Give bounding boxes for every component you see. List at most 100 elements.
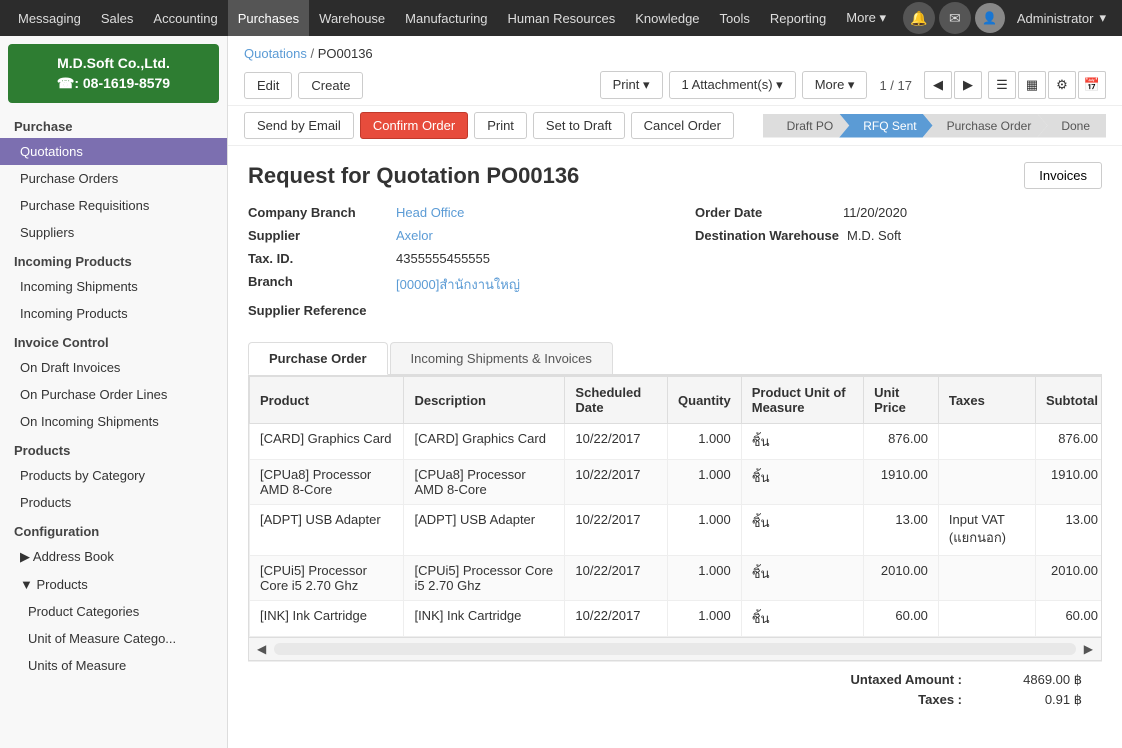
- email-icon[interactable]: ✉: [939, 2, 971, 34]
- nav-more[interactable]: More ▾: [836, 0, 896, 36]
- settings-view-button[interactable]: ⚙: [1048, 71, 1076, 99]
- scroll-right-icon[interactable]: ▶: [1076, 642, 1101, 656]
- next-page-button[interactable]: ▶: [954, 71, 982, 99]
- cell-description: [CARD] Graphics Card: [404, 424, 565, 460]
- sidebar-item-quotations[interactable]: Quotations: [0, 138, 227, 165]
- supplier-value[interactable]: Axelor: [396, 228, 433, 243]
- sidebar-item-products-config[interactable]: ▼ Products: [0, 571, 227, 598]
- edit-button[interactable]: Edit: [244, 72, 292, 99]
- taxes-row: Taxes : 0.91 ฿: [268, 692, 1082, 708]
- nav-sales[interactable]: Sales: [91, 0, 144, 36]
- status-done[interactable]: Done: [1037, 114, 1106, 138]
- scroll-track[interactable]: [274, 643, 1076, 655]
- set-to-draft-button[interactable]: Set to Draft: [533, 112, 625, 139]
- breadcrumb: Quotations / PO00136: [228, 36, 1122, 65]
- branch-value[interactable]: [00000]สำนักงานใหญ่: [396, 274, 520, 295]
- nav-accounting[interactable]: Accounting: [143, 0, 227, 36]
- prev-page-button[interactable]: ◀: [924, 71, 952, 99]
- table-row: [CPUi5] Processor Core i5 2.70 Ghz [CPUi…: [250, 556, 1103, 601]
- sidebar-item-on-purchase-order-lines[interactable]: On Purchase Order Lines: [0, 381, 227, 408]
- nav-purchases[interactable]: Purchases: [228, 0, 309, 36]
- sidebar-item-on-draft-invoices[interactable]: On Draft Invoices: [0, 354, 227, 381]
- nav-messaging[interactable]: Messaging: [8, 0, 91, 36]
- cell-quantity: 1.000: [668, 601, 742, 637]
- nav-warehouse[interactable]: Warehouse: [309, 0, 395, 36]
- more-button[interactable]: More ▾: [802, 71, 868, 99]
- cell-scheduled-date: 10/22/2017: [565, 556, 668, 601]
- nav-knowledge[interactable]: Knowledge: [625, 0, 709, 36]
- sidebar-section-products: Products: [0, 435, 227, 462]
- table-row: [CPUa8] Processor AMD 8-Core [CPUa8] Pro…: [250, 460, 1103, 505]
- list-view-button[interactable]: ☰: [988, 71, 1016, 99]
- nav-manufacturing[interactable]: Manufacturing: [395, 0, 497, 36]
- destination-warehouse-value: M.D. Soft: [847, 228, 901, 243]
- cell-subtotal: 13.00: [1035, 505, 1102, 556]
- tab-purchase-order[interactable]: Purchase Order: [248, 342, 388, 375]
- cell-description: [CPUa8] Processor AMD 8-Core: [404, 460, 565, 505]
- admin-label: Administrator: [1017, 11, 1094, 26]
- status-draft-po[interactable]: Draft PO: [763, 114, 850, 138]
- untaxed-amount-value: 4869.00 ฿: [982, 672, 1082, 688]
- sidebar-item-product-categories[interactable]: Product Categories: [0, 598, 227, 625]
- cell-quantity: 1.000: [668, 424, 742, 460]
- cell-subtotal: 876.00: [1035, 424, 1102, 460]
- print-button[interactable]: Print ▾: [600, 71, 663, 99]
- sidebar-item-incoming-shipments[interactable]: Incoming Shipments: [0, 273, 227, 300]
- document-fields: Company Branch Head Office Supplier Axel…: [248, 205, 1102, 326]
- send-email-button[interactable]: Send by Email: [244, 112, 354, 139]
- cell-unit-price: 60.00: [864, 601, 939, 637]
- cell-description: [ADPT] USB Adapter: [404, 505, 565, 556]
- sidebar-item-purchase-orders[interactable]: Purchase Orders: [0, 165, 227, 192]
- sidebar-item-suppliers[interactable]: Suppliers: [0, 219, 227, 246]
- view-icons: ☰ ▦ ⚙ 📅: [988, 71, 1106, 99]
- admin-menu[interactable]: Administrator ▾: [1009, 10, 1114, 26]
- cancel-order-button[interactable]: Cancel Order: [631, 112, 734, 139]
- sidebar-item-on-incoming-shipments[interactable]: On Incoming Shipments: [0, 408, 227, 435]
- totals-section: Untaxed Amount : 4869.00 ฿ Taxes : 0.91 …: [248, 661, 1102, 722]
- sidebar-section-incoming-products: Incoming Products: [0, 246, 227, 273]
- sidebar-item-units-of-measure[interactable]: Units of Measure: [0, 652, 227, 679]
- nav-human-resources[interactable]: Human Resources: [498, 0, 626, 36]
- sidebar-item-purchase-requisitions[interactable]: Purchase Requisitions: [0, 192, 227, 219]
- cell-product: [ADPT] USB Adapter: [250, 505, 404, 556]
- kanban-view-button[interactable]: ▦: [1018, 71, 1046, 99]
- breadcrumb-parent[interactable]: Quotations: [244, 46, 307, 61]
- main-layout: M.D.Soft Co.,Ltd. ☎: 08-1619-8579 Purcha…: [0, 36, 1122, 748]
- attachments-button[interactable]: 1 Attachment(s) ▾: [669, 71, 796, 99]
- invoices-button[interactable]: Invoices: [1024, 162, 1102, 189]
- status-purchase-order[interactable]: Purchase Order: [923, 114, 1048, 138]
- company-branch-value[interactable]: Head Office: [396, 205, 464, 220]
- top-navigation: Messaging Sales Accounting Purchases War…: [0, 0, 1122, 36]
- cell-uom: ชิ้น: [741, 556, 863, 601]
- sidebar-item-products-by-category[interactable]: Products by Category: [0, 462, 227, 489]
- create-button[interactable]: Create: [298, 72, 363, 99]
- sidebar-item-products[interactable]: Products: [0, 489, 227, 516]
- logo-line1: M.D.Soft Co.,Ltd.: [22, 54, 205, 74]
- notification-icon[interactable]: 🔔: [903, 2, 935, 34]
- confirm-order-button[interactable]: Confirm Order: [360, 112, 468, 139]
- nav-reporting[interactable]: Reporting: [760, 0, 836, 36]
- nav-tools[interactable]: Tools: [710, 0, 760, 36]
- calendar-view-button[interactable]: 📅: [1078, 71, 1106, 99]
- document-tabs: Purchase Order Incoming Shipments & Invo…: [248, 342, 1102, 375]
- sidebar-item-address-book[interactable]: ▶ Address Book: [0, 543, 227, 571]
- cell-uom: ชิ้น: [741, 460, 863, 505]
- print2-button[interactable]: Print: [474, 112, 527, 139]
- avatar[interactable]: 👤: [975, 3, 1005, 33]
- cell-product: [CPUa8] Processor AMD 8-Core: [250, 460, 404, 505]
- status-rfq-sent[interactable]: RFQ Sent: [839, 114, 932, 138]
- scroll-left-icon[interactable]: ◀: [249, 642, 274, 656]
- cell-taxes: [938, 601, 1035, 637]
- document-content: Request for Quotation PO00136 Invoices C…: [228, 146, 1122, 738]
- tab-incoming-shipments-invoices[interactable]: Incoming Shipments & Invoices: [390, 342, 613, 374]
- destination-warehouse-label: Destination Warehouse: [695, 228, 839, 243]
- branch-label: Branch: [248, 274, 388, 289]
- sidebar-item-incoming-products[interactable]: Incoming Products: [0, 300, 227, 327]
- document-title: Request for Quotation PO00136: [248, 163, 579, 189]
- sidebar-item-uom-category[interactable]: Unit of Measure Catego...: [0, 625, 227, 652]
- table-scrollbar[interactable]: ◀ ▶: [248, 638, 1102, 661]
- cell-unit-price: 13.00: [864, 505, 939, 556]
- cell-scheduled-date: 10/22/2017: [565, 424, 668, 460]
- untaxed-amount-label: Untaxed Amount :: [802, 672, 962, 688]
- taxes-value: 0.91 ฿: [982, 692, 1082, 708]
